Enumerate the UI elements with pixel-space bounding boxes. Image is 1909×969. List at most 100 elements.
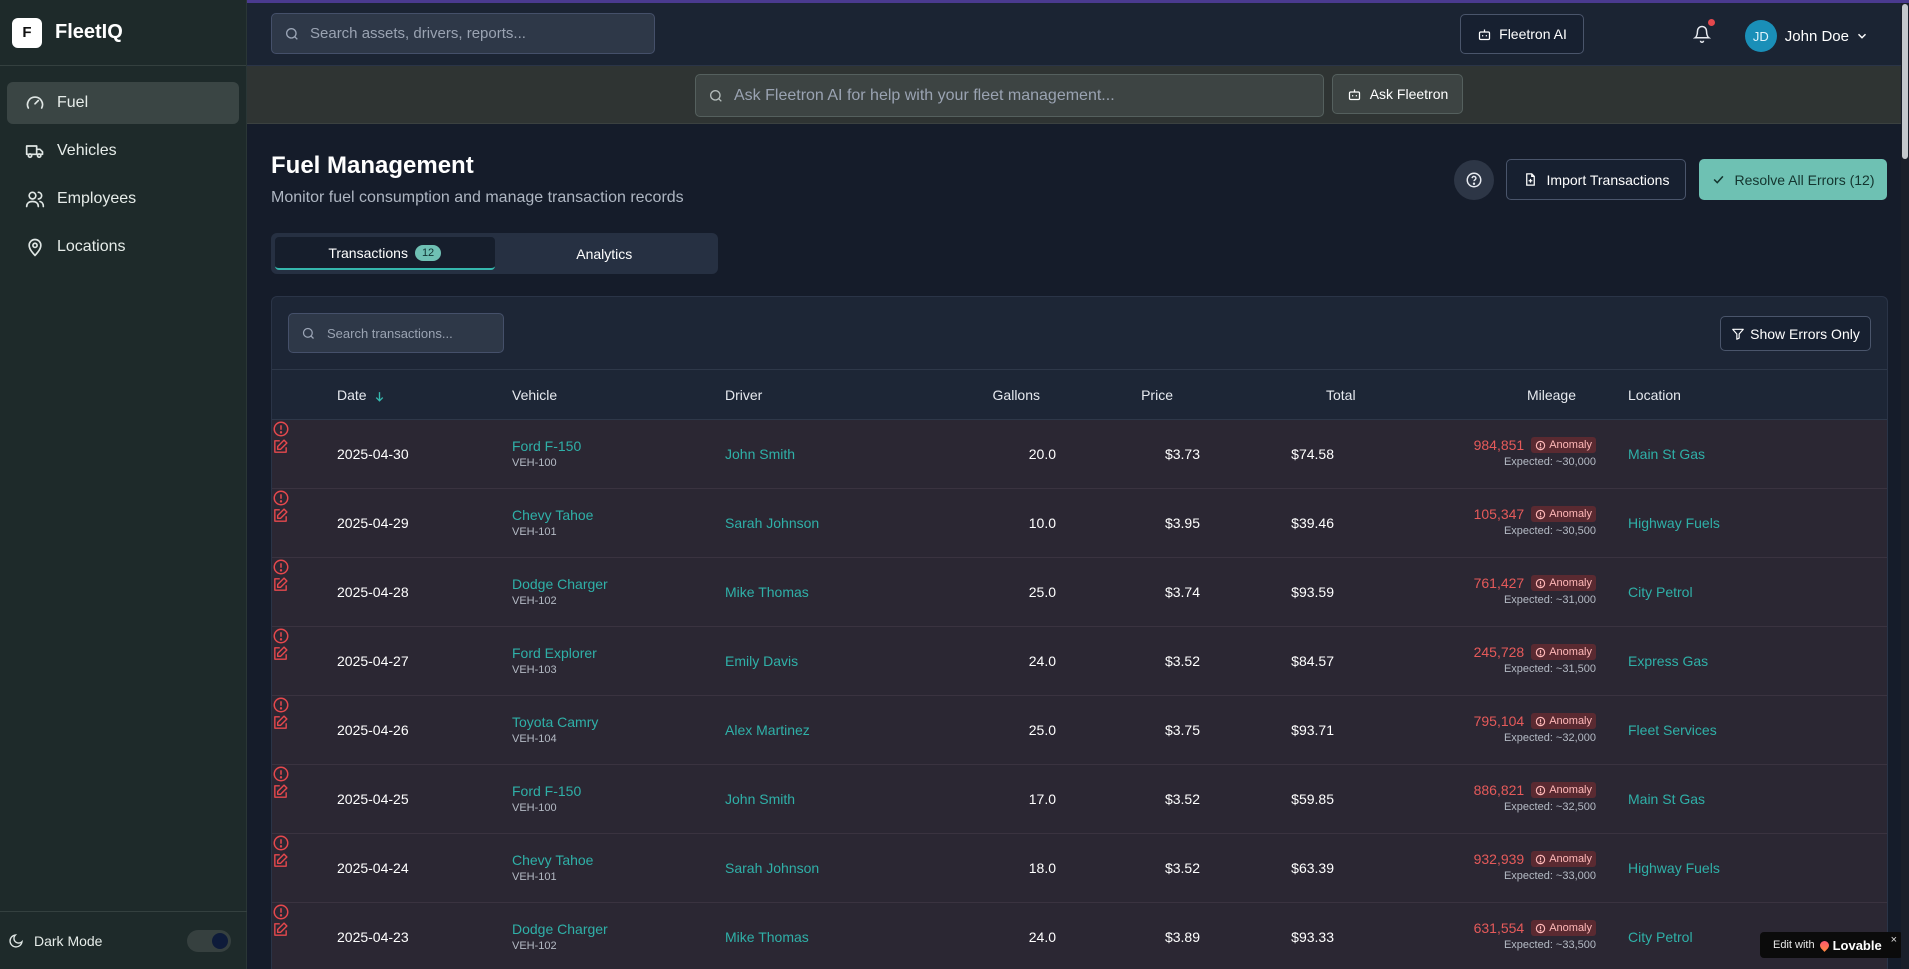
bell-icon[interactable] [1693,25,1711,43]
cell-location-link[interactable]: City Petrol [1628,929,1693,945]
edit-icon[interactable] [272,921,289,938]
table-row[interactable]: 2025-04-24 Chevy Tahoe VEH-101 Sarah Joh… [272,834,1887,903]
vehicle-name-link[interactable]: Dodge Charger [512,921,608,937]
show-errors-only-button[interactable]: Show Errors Only [1720,316,1871,351]
edit-icon[interactable] [272,438,289,455]
anomaly-badge: Anomaly [1531,437,1596,453]
dark-mode-toggle[interactable] [187,929,231,952]
transactions-search[interactable] [288,313,504,353]
cell-location-link[interactable]: Main St Gas [1628,446,1705,462]
cell-location-link[interactable]: Highway Fuels [1628,860,1720,876]
column-header-vehicle[interactable]: Vehicle [512,387,557,403]
cell-location-link[interactable]: City Petrol [1628,584,1693,600]
column-header-driver[interactable]: Driver [725,387,762,403]
cell-driver-link[interactable]: John Smith [725,791,795,807]
column-header-total[interactable]: Total [1326,387,1356,403]
import-transactions-button[interactable]: Import Transactions [1506,159,1686,200]
tab-label: Transactions [328,244,408,261]
anomaly-badge: Anomaly [1531,920,1596,936]
resolve-all-errors-button[interactable]: Resolve All Errors (12) [1699,159,1887,200]
cell-driver-link[interactable]: Alex Martinez [725,722,810,738]
cell-vehicle[interactable]: Dodge Charger VEH-102 [512,576,608,607]
edit-icon[interactable] [272,714,289,731]
cell-vehicle[interactable]: Chevy Tahoe VEH-101 [512,852,593,883]
cell-driver-link[interactable]: Mike Thomas [725,929,809,945]
vehicle-name-link[interactable]: Ford F-150 [512,438,581,454]
cell-date: 2025-04-26 [337,722,409,738]
column-header-location[interactable]: Location [1628,387,1681,403]
edit-icon[interactable] [272,852,289,869]
chevron-down-icon [1857,33,1867,39]
table-row[interactable]: 2025-04-30 Ford F-150 VEH-100 John Smith… [272,420,1887,489]
edit-icon[interactable] [272,645,289,662]
cell-vehicle[interactable]: Dodge Charger VEH-102 [512,921,608,952]
fleetron-ai-button[interactable]: Fleetron AI [1460,14,1584,54]
tab-transactions[interactable]: Transactions 12 [275,237,495,270]
cell-driver-link[interactable]: Emily Davis [725,653,798,669]
cell-vehicle[interactable]: Chevy Tahoe VEH-101 [512,507,593,538]
column-header-gallons[interactable]: Gallons [993,387,1040,403]
vehicle-name-link[interactable]: Chevy Tahoe [512,852,593,868]
column-header-date[interactable]: Date [337,387,386,403]
cell-driver-link[interactable]: John Smith [725,446,795,462]
cell-driver-link[interactable]: Sarah Johnson [725,860,819,876]
table-row[interactable]: 2025-04-28 Dodge Charger VEH-102 Mike Th… [272,558,1887,627]
page-scrollbar[interactable] [1901,3,1909,969]
close-icon[interactable]: × [1891,934,1897,946]
ai-search[interactable] [695,74,1324,117]
cell-vehicle[interactable]: Ford Explorer VEH-103 [512,645,597,676]
table-row[interactable]: 2025-04-27 Ford Explorer VEH-103 Emily D… [272,627,1887,696]
cell-mileage: 886,821 Anomaly Expected: ~32,500 [1474,782,1596,813]
cell-vehicle[interactable]: Toyota Camry VEH-104 [512,714,598,745]
edit-icon[interactable] [272,783,289,800]
table-row[interactable]: 2025-04-26 Toyota Camry VEH-104 Alex Mar… [272,696,1887,765]
global-search[interactable] [271,13,655,54]
column-header-mileage[interactable]: Mileage [1527,387,1576,403]
sidebar-item-fuel[interactable]: Fuel [7,82,239,124]
cell-location-link[interactable]: Fleet Services [1628,722,1717,738]
vehicle-name-link[interactable]: Dodge Charger [512,576,608,592]
transactions-search-input[interactable] [327,325,497,341]
anomaly-badge: Anomaly [1531,575,1596,591]
help-button[interactable] [1454,160,1494,200]
cell-vehicle[interactable]: Ford F-150 VEH-100 [512,783,581,814]
table-row[interactable]: 2025-04-25 Ford F-150 VEH-100 John Smith… [272,765,1887,834]
mileage-expected: Expected: ~30,500 [1503,525,1596,537]
filter-icon [1732,328,1744,340]
edit-icon[interactable] [272,507,289,524]
ask-fleetron-button[interactable]: Ask Fleetron [1332,74,1463,114]
edit-icon[interactable] [272,576,289,593]
cell-driver-link[interactable]: Sarah Johnson [725,515,819,531]
cell-total: $84.57 [1291,653,1334,669]
lovable-brand: Lovable [1832,937,1882,953]
tab-analytics[interactable]: Analytics [495,237,715,270]
table-row[interactable]: 2025-04-23 Dodge Charger VEH-102 Mike Th… [272,903,1887,969]
column-header-price[interactable]: Price [1141,387,1173,403]
user-menu[interactable]: JD John Doe [1744,20,1869,52]
cell-driver-link[interactable]: Mike Thomas [725,584,809,600]
sidebar-item-vehicles[interactable]: Vehicles [7,130,239,172]
ai-prompt-input[interactable] [734,86,1314,105]
toggle-knob [212,932,228,949]
sidebar-item-employees[interactable]: Employees [7,178,239,220]
cell-location-link[interactable]: Main St Gas [1628,791,1705,807]
vehicle-id: VEH-103 [512,664,557,676]
anomaly-label: Anomaly [1549,784,1592,796]
gauge-icon [26,96,44,109]
alert-circle-icon [1536,854,1546,864]
scrollbar-thumb[interactable] [1902,4,1908,159]
cell-price: $3.52 [1164,653,1200,669]
mileage-value: 631,554 [1473,920,1525,936]
cell-location-link[interactable]: Highway Fuels [1628,515,1720,531]
vehicle-name-link[interactable]: Toyota Camry [512,714,598,730]
vehicle-name-link[interactable]: Ford F-150 [512,783,581,799]
brand[interactable]: F FleetIQ [0,0,246,66]
vehicle-name-link[interactable]: Chevy Tahoe [512,507,593,523]
cell-location-link[interactable]: Express Gas [1628,653,1708,669]
global-search-input[interactable] [310,25,630,42]
cell-vehicle[interactable]: Ford F-150 VEH-100 [512,438,581,469]
table-row[interactable]: 2025-04-29 Chevy Tahoe VEH-101 Sarah Joh… [272,489,1887,558]
edit-with-lovable-badge[interactable]: Edit with Lovable × [1760,932,1903,958]
sidebar-item-locations[interactable]: Locations [7,226,239,268]
vehicle-name-link[interactable]: Ford Explorer [512,645,597,661]
